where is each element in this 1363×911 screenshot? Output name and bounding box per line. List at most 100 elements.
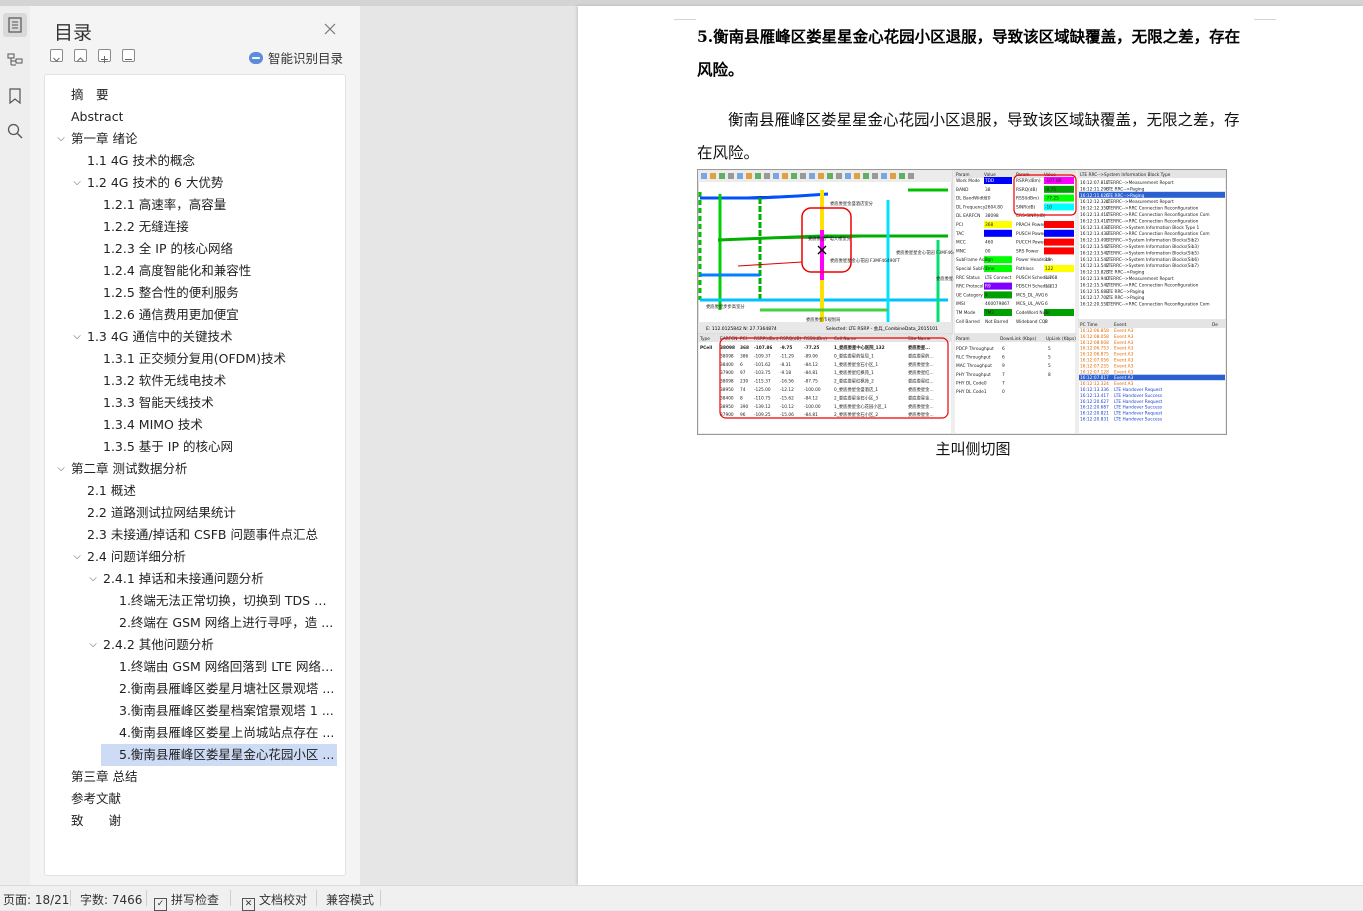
toc-item[interactable]: 参考文献 [45, 788, 345, 810]
toc-item-label: 第二章 测试数据分析 [71, 461, 188, 476]
toc-item[interactable]: 1.2.1 高速率，高容量 [45, 194, 345, 216]
toc-item[interactable]: 1.2.3 全 IP 的核心网络 [45, 238, 345, 260]
status-separator [146, 890, 147, 906]
param-value: -9.75 [1045, 187, 1056, 193]
message-time: 16:12:12.324 [1080, 199, 1109, 205]
page-count[interactable]: 页面: 18/21 [3, 891, 69, 908]
toc-item[interactable]: 3.衡南县雁峰区娄星档案馆景观塔 1 ... [45, 700, 345, 722]
toc-item[interactable]: 2.终端在 GSM 网络上进行寻呼，造 ... [45, 612, 345, 634]
toc-item[interactable]: ⌵ 第二章 测试数据分析 [45, 458, 345, 480]
toc-item[interactable]: 1.3.1 正交频分复用(OFDM)技术 [45, 348, 345, 370]
map-tool-icon [701, 173, 707, 179]
param-name: DL Frequency [956, 204, 986, 210]
toc-item[interactable]: 摘 要 [45, 84, 345, 106]
compat-mode: 兼容模式 [326, 893, 375, 907]
message-time: 16:12:13.542 [1080, 244, 1109, 250]
event-time: 16:12:07.128 [1080, 369, 1109, 375]
toc-item[interactable]: 1.3.3 智能天线技术 [45, 392, 345, 414]
add-heading-button[interactable] [98, 49, 111, 63]
event-time: 16:12:20.821 [1080, 411, 1109, 417]
smart-toc-button[interactable]: 智能识别目录 [249, 48, 343, 67]
cell-value: -89.06 [804, 353, 818, 359]
toc-item[interactable]: 1.3.4 MIMO 技术 [45, 414, 345, 436]
param-name: Wideband CQI [1016, 319, 1047, 325]
toc-item[interactable]: ⌵ 2.4 问题详细分析 [45, 546, 345, 568]
toc-item[interactable]: 1.2.6 通信费用更加便宜 [45, 304, 345, 326]
toc-item-label: 2.1 概述 [87, 483, 136, 498]
chevron-down-icon[interactable]: ⌵ [71, 172, 83, 194]
chevron-down-icon[interactable]: ⌵ [55, 458, 67, 480]
toc-item[interactable]: 2.3 未接通/掉话和 CSFB 问题事件点汇总 [45, 524, 345, 546]
event-time: 16:12:12.324 [1080, 381, 1109, 387]
crop-mark-right [1254, 19, 1276, 20]
throughput-uplink: 5 [1048, 355, 1051, 361]
param-value: 1.768 [1045, 275, 1058, 281]
expand-all-button[interactable] [50, 49, 63, 62]
spell-check-button[interactable]: ✓ 拼写检查 [154, 891, 219, 911]
toc-panel-button[interactable] [3, 13, 27, 37]
toc-item[interactable]: 1.3.5 基于 IP 的核心网 [45, 436, 345, 458]
message-time: 16:12:13.433 [1080, 225, 1109, 231]
map-coordinates: E: 112.0125842 N: 27.7364874 [706, 326, 777, 332]
cell-value: -8.31 [780, 362, 791, 368]
toc-item[interactable]: 4.衡南县雁峰区娄星上尚城站点存在 ... [45, 722, 345, 744]
cell-value: 74 [740, 387, 746, 393]
toc-item[interactable]: 5.衡南县雁峰区娄星星金心花园小区 ... [101, 744, 337, 766]
toc-item[interactable]: ⌵ 2.4.2 其他问题分析 [45, 634, 345, 656]
toc-item[interactable]: 1.终端由 GSM 网络回落到 LTE 网络 ... [45, 656, 345, 678]
chevron-down-icon[interactable]: ⌵ [55, 128, 67, 150]
toc-item[interactable]: 1.3.2 软件无线电技术 [45, 370, 345, 392]
toc-item-label: Abstract [71, 109, 124, 124]
event-name: Event A3 [1114, 363, 1134, 369]
toc-item[interactable]: ⌵ 2.4.1 掉话和未接通问题分析 [45, 568, 345, 590]
toc-item[interactable]: 2.衡南县雁峰区娄星月塘社区景观塔 ... [45, 678, 345, 700]
collapse-all-button[interactable] [74, 49, 87, 62]
message-time: 16:12:12.359 [1080, 206, 1109, 212]
param-value: -107.86 [1045, 178, 1062, 184]
plus-icon [101, 56, 108, 63]
toc-item[interactable]: 第三章 总结 [45, 766, 345, 788]
cell-value: 8 [740, 395, 743, 401]
word-count[interactable]: 字数: 7466 [80, 891, 142, 908]
param-name: DL BandWidth [956, 196, 987, 202]
toc-item[interactable]: ⌵ 1.2 4G 技术的 6 大优势 [45, 172, 345, 194]
toc-item[interactable]: 1.1 4G 技术的概念 [45, 150, 345, 172]
bookmark-panel-button[interactable] [3, 84, 27, 108]
remove-heading-button[interactable] [122, 49, 135, 62]
chevron-down-icon[interactable]: ⌵ [71, 326, 83, 348]
message-time: 16:12:13.495 [1080, 238, 1109, 244]
toc-item[interactable]: 致 谢 [45, 810, 345, 832]
toc-item[interactable]: 1.终端无法正常切换，切换到 TDS 网 ... [45, 590, 345, 612]
cell-value: -103.75 [754, 370, 771, 376]
close-icon[interactable] [323, 22, 337, 36]
toc-item[interactable]: Abstract [45, 106, 345, 128]
param-value-cell [984, 291, 1012, 299]
param-name: PCI [956, 222, 963, 228]
toc-item[interactable]: 1.2.4 高度智能化和兼容性 [45, 260, 345, 282]
toc-item-label: 5.衡南县雁峰区娄星星金心花园小区 ... [119, 747, 335, 762]
map-tool-icon [746, 173, 752, 179]
toc-item[interactable]: 2.2 道路测试拉网结果统计 [45, 502, 345, 524]
toc-item[interactable]: 1.2.5 整合性的便利服务 [45, 282, 345, 304]
toc-item-label: 1.3.4 MIMO 技术 [103, 417, 203, 432]
event-time: 16:12:20.627 [1080, 399, 1109, 405]
message-time: 16:12:13.417 [1080, 212, 1109, 218]
search-panel-button[interactable] [3, 119, 27, 143]
toc-item[interactable]: ⌵ 1.3 4G 通信中的关键技术 [45, 326, 345, 348]
navigation-panel-button[interactable] [3, 48, 27, 72]
cell-value: 娄底娄星金... [908, 386, 934, 393]
toc-item[interactable]: 1.2.2 无缝连接 [45, 216, 345, 238]
chevron-down-icon[interactable]: ⌵ [87, 568, 99, 590]
chevron-down-icon[interactable]: ⌵ [87, 634, 99, 656]
param-value: 6 [1045, 292, 1048, 298]
doc-review-button[interactable]: ✕ 文档校对 [242, 891, 307, 911]
toc-item[interactable]: 2.1 概述 [45, 480, 345, 502]
toc-item[interactable]: ⌵ 第一章 绪论 [45, 128, 345, 150]
message-time: 16:12:13.542 [1080, 257, 1109, 263]
chevron-down-icon[interactable]: ⌵ [71, 546, 83, 568]
toc-icon [8, 17, 22, 33]
cell-value: -87.75 [804, 379, 818, 385]
map-tool-icon [764, 173, 770, 179]
cell-header: PCI [740, 336, 747, 342]
map-tool-icon [863, 173, 869, 179]
